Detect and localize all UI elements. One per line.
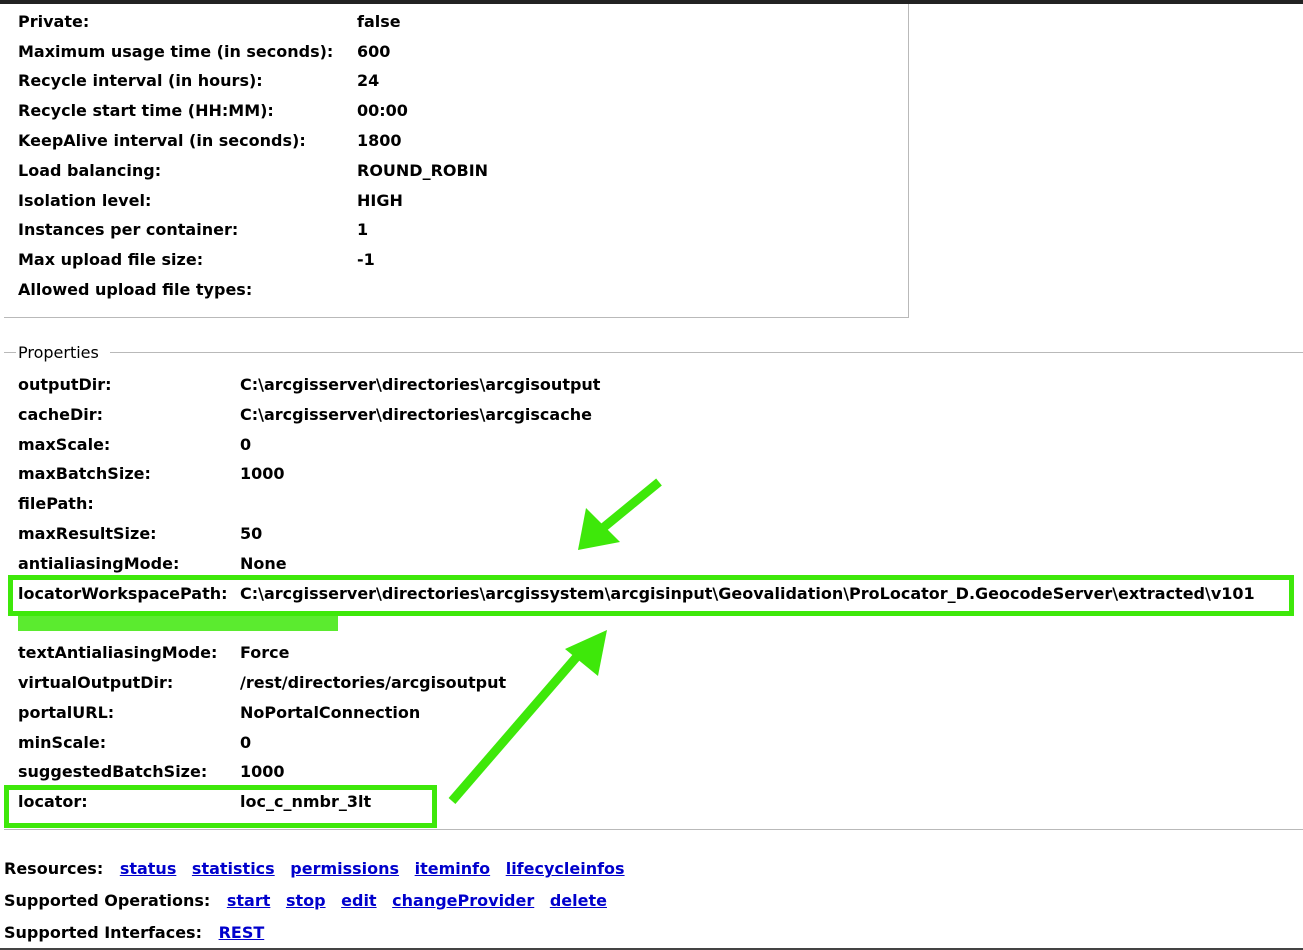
- resource-link-statistics[interactable]: statistics: [192, 859, 275, 878]
- operation-link-edit[interactable]: edit: [341, 891, 376, 910]
- operations-row: Supported Operations: start stop edit ch…: [4, 890, 617, 912]
- interfaces-label: Supported Interfaces:: [4, 923, 202, 942]
- resource-link-iteminfo[interactable]: iteminfo: [415, 859, 490, 878]
- operation-link-start[interactable]: start: [227, 891, 271, 910]
- resources-row: Resources: status statistics permissions…: [4, 858, 635, 880]
- resource-link-lifecycleinfos[interactable]: lifecycleinfos: [506, 859, 625, 878]
- arrow-up-right-icon: [448, 630, 607, 804]
- operation-link-delete[interactable]: delete: [550, 891, 607, 910]
- arrow-down-left-icon: [578, 478, 662, 550]
- operation-link-stop[interactable]: stop: [286, 891, 326, 910]
- operations-label: Supported Operations:: [4, 891, 211, 910]
- annotation-arrows: [448, 478, 662, 804]
- resource-link-status[interactable]: status: [120, 859, 177, 878]
- resource-link-permissions[interactable]: permissions: [290, 859, 399, 878]
- interfaces-row: Supported Interfaces: REST: [4, 922, 274, 944]
- interface-link-rest[interactable]: REST: [219, 923, 265, 942]
- operation-link-changeprovider[interactable]: changeProvider: [392, 891, 534, 910]
- resources-label: Resources:: [4, 859, 104, 878]
